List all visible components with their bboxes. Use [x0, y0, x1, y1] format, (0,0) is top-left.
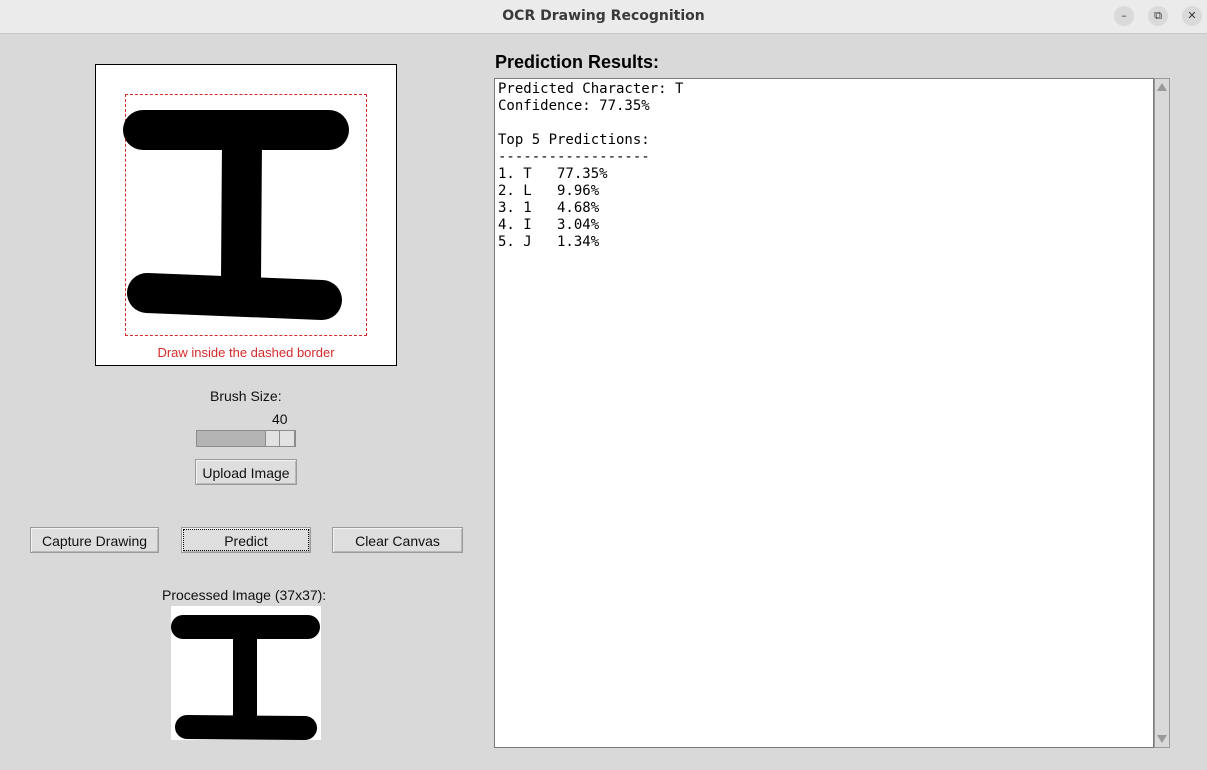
window-title: OCR Drawing Recognition — [502, 8, 705, 24]
brush-size-value: 40 — [272, 411, 288, 427]
prediction-row: 3. 1 4.68% — [498, 200, 600, 216]
title-bar: OCR Drawing Recognition – ⧉ ✕ — [0, 0, 1207, 34]
canvas-hint: Draw inside the dashed border — [157, 345, 335, 360]
prediction-row: 4. I 3.04% — [498, 217, 600, 233]
prediction-row: 5. J 1.34% — [498, 234, 600, 250]
processed-image-label: Processed Image (37x37): — [162, 587, 327, 603]
confidence-line: Confidence: 77.35% — [498, 98, 650, 114]
results-textbox[interactable]: Predicted Character: T Confidence: 77.35… — [494, 78, 1154, 748]
prediction-row: 1. T 77.35% — [498, 166, 608, 182]
brush-size-slider[interactable] — [196, 430, 296, 447]
predicted-character-line: Predicted Character: T — [498, 81, 684, 97]
upload-image-button[interactable]: Upload Image — [195, 459, 297, 485]
scroll-down-icon[interactable] — [1157, 735, 1167, 743]
brush-size-label: Brush Size: — [210, 388, 282, 404]
results-title: Prediction Results: — [495, 52, 660, 72]
minimize-icon[interactable]: – — [1114, 6, 1134, 26]
drawn-stroke — [123, 110, 349, 320]
separator-line: ------------------ — [498, 149, 650, 165]
results-scrollbar[interactable] — [1154, 78, 1170, 748]
top5-header: Top 5 Predictions: — [498, 132, 650, 148]
prediction-row: 2. L 9.96% — [498, 183, 600, 199]
capture-drawing-button[interactable]: Capture Drawing — [30, 527, 159, 553]
scroll-up-icon[interactable] — [1157, 83, 1167, 91]
slider-thumb[interactable] — [265, 430, 295, 447]
processed-image — [171, 606, 321, 740]
clear-canvas-button[interactable]: Clear Canvas — [332, 527, 463, 553]
predict-button[interactable]: Predict — [181, 527, 311, 553]
close-icon[interactable]: ✕ — [1182, 6, 1202, 26]
restore-icon[interactable]: ⧉ — [1148, 6, 1168, 26]
drawing-canvas[interactable]: Draw inside the dashed border — [95, 64, 397, 366]
